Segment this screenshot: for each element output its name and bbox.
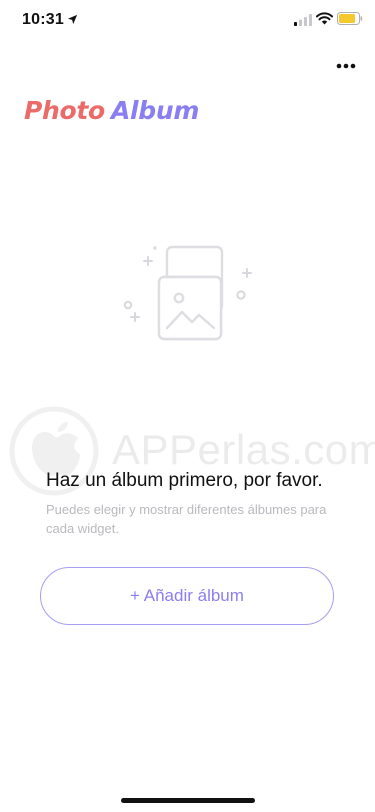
status-bar: 10:31 — [0, 0, 375, 44]
wifi-icon — [316, 12, 333, 25]
empty-state-heading: Haz un álbum primero, por favor. — [46, 470, 323, 491]
add-album-button[interactable]: + Añadir álbum — [40, 567, 334, 625]
more-horizontal-icon — [336, 63, 356, 69]
stacked-photos-icon — [123, 245, 252, 341]
app-title-album: Album — [110, 96, 200, 125]
empty-state-subtext: Puedes elegir y mostrar diferentes álbum… — [46, 502, 327, 536]
home-indicator[interactable] — [121, 798, 255, 803]
more-options-button[interactable] — [330, 54, 362, 78]
cellular-signal-icon — [294, 14, 312, 26]
battery-icon — [337, 12, 363, 25]
status-time: 10:31 — [22, 11, 64, 28]
app-title-photo: Photo — [24, 96, 105, 125]
location-arrow-icon — [67, 14, 78, 25]
add-album-label: + Añadir álbum — [130, 586, 244, 605]
watermark-text: APPerlas.com — [112, 426, 375, 473]
app-title: Photo Album — [24, 96, 199, 125]
